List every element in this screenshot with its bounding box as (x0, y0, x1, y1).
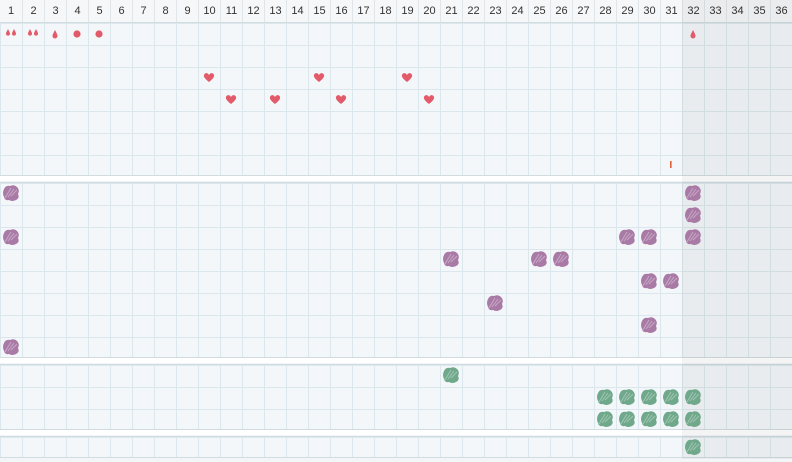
day-header-9[interactable]: 9 (176, 0, 198, 22)
day-header-5[interactable]: 5 (88, 0, 110, 22)
day-header-13[interactable]: 13 (264, 0, 286, 22)
purple-entry-icon[interactable] (485, 293, 505, 313)
heart-icon[interactable] (400, 70, 414, 89)
day-header-28[interactable]: 28 (594, 0, 616, 22)
day-header-31[interactable]: 31 (660, 0, 682, 22)
heart-icon[interactable] (334, 92, 348, 111)
section-purple-activity (0, 182, 792, 358)
day-header-20[interactable]: 20 (418, 0, 440, 22)
purple-entry-icon[interactable] (683, 205, 703, 225)
day-header-15[interactable]: 15 (308, 0, 330, 22)
section-bottom-activity (0, 436, 792, 458)
day-header-18[interactable]: 18 (374, 0, 396, 22)
purple-entry-icon[interactable] (639, 227, 659, 247)
day-header-24[interactable]: 24 (506, 0, 528, 22)
purple-entry-icon[interactable] (617, 227, 637, 247)
day-header-12[interactable]: 12 (242, 0, 264, 22)
day-header-21[interactable]: 21 (440, 0, 462, 22)
green-entry-icon[interactable] (661, 409, 681, 429)
green-entry-icon[interactable] (639, 409, 659, 429)
green-entry-icon[interactable] (661, 387, 681, 407)
green-entry-icon[interactable] (441, 365, 461, 385)
day-header-17[interactable]: 17 (352, 0, 374, 22)
drop-icon[interactable] (48, 27, 62, 46)
drops-icon[interactable] (26, 27, 40, 46)
day-header-11[interactable]: 11 (220, 0, 242, 22)
dot-icon[interactable] (70, 27, 84, 46)
drops-icon[interactable] (4, 27, 18, 46)
day-header-2[interactable]: 2 (22, 0, 44, 22)
heart-icon[interactable] (202, 70, 216, 89)
tick-icon[interactable] (664, 158, 678, 177)
heart-icon[interactable] (312, 70, 326, 89)
purple-entry-icon[interactable] (683, 227, 703, 247)
green-entry-icon[interactable] (595, 409, 615, 429)
cycle-tracker-grid: 1 2 3 4 5 6 7 8 9 10 11 12 13 14 15 16 17 18 19 20 21 22 23 24 2… (0, 0, 792, 459)
day-header-8[interactable]: 8 (154, 0, 176, 22)
day-header-3[interactable]: 3 (44, 0, 66, 22)
day-header-29[interactable]: 29 (616, 0, 638, 22)
day-header-4[interactable]: 4 (66, 0, 88, 22)
purple-entry-icon[interactable] (529, 249, 549, 269)
day-header-19[interactable]: 19 (396, 0, 418, 22)
purple-entry-icon[interactable] (1, 183, 21, 203)
day-header-1[interactable]: 1 (0, 0, 22, 22)
day-header-7[interactable]: 7 (132, 0, 154, 22)
purple-entry-icon[interactable] (1, 227, 21, 247)
purple-entry-icon[interactable] (639, 271, 659, 291)
day-header-25[interactable]: 25 (528, 0, 550, 22)
heart-icon[interactable] (268, 92, 282, 111)
section-divider (0, 430, 792, 435)
day-header-30[interactable]: 30 (638, 0, 660, 22)
day-header-16[interactable]: 16 (330, 0, 352, 22)
purple-entry-icon[interactable] (551, 249, 571, 269)
section-symptoms (0, 22, 792, 176)
purple-entry-icon[interactable] (661, 271, 681, 291)
day-header-23[interactable]: 23 (484, 0, 506, 22)
dot-icon[interactable] (92, 27, 106, 46)
day-header-26[interactable]: 26 (550, 0, 572, 22)
purple-entry-icon[interactable] (1, 337, 21, 357)
section-divider (0, 358, 792, 363)
purple-entry-icon[interactable] (441, 249, 461, 269)
green-entry-icon[interactable] (617, 409, 637, 429)
day-header-10[interactable]: 10 (198, 0, 220, 22)
green-entry-icon[interactable] (683, 387, 703, 407)
green-entry-icon[interactable] (595, 387, 615, 407)
drop-icon[interactable] (686, 27, 700, 46)
green-entry-icon[interactable] (683, 409, 703, 429)
green-entry-icon[interactable] (639, 387, 659, 407)
day-header-14[interactable]: 14 (286, 0, 308, 22)
day-header-27[interactable]: 27 (572, 0, 594, 22)
purple-entry-icon[interactable] (683, 183, 703, 203)
green-entry-icon[interactable] (683, 437, 703, 457)
green-entry-icon[interactable] (617, 387, 637, 407)
heart-icon[interactable] (422, 92, 436, 111)
heart-icon[interactable] (224, 92, 238, 111)
purple-entry-icon[interactable] (639, 315, 659, 335)
day-header-row: 1 2 3 4 5 6 7 8 9 10 11 12 13 14 15 16 17 18 19 20 21 22 23 24 2… (0, 0, 792, 23)
day-header-6[interactable]: 6 (110, 0, 132, 22)
day-header-22[interactable]: 22 (462, 0, 484, 22)
